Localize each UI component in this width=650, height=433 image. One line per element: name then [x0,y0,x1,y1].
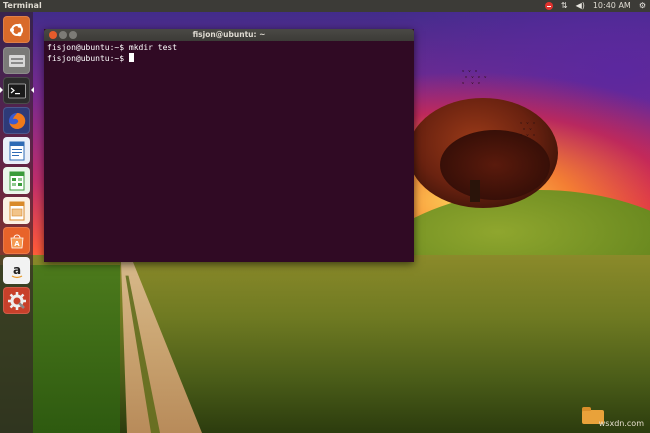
active-app-title: Terminal [3,1,42,10]
calc-icon [9,171,24,190]
amazon-icon: a [11,263,22,278]
error-icon[interactable] [544,2,553,10]
system-settings-button[interactable] [3,287,30,314]
launcher: A a [0,12,34,433]
birds-flock: ᵛ ᵛ ᵛ ᵛ ᵛ ᵛ ᵛᵛ ᵛ ᵛ [462,69,488,88]
terminal-line: fisjon@ubuntu:~$ mkdir test [47,43,178,52]
terminal-prompt-line: fisjon@ubuntu:~$ [47,53,411,64]
ubuntu-software-button[interactable]: A [3,227,30,254]
terminal-button[interactable] [3,77,30,104]
terminal-titlebar[interactable]: fisjon@ubuntu: ~ [44,29,414,41]
watermark: wsxdn.com [598,419,644,428]
terminal-output[interactable]: fisjon@ubuntu:~$ mkdir test fisjon@ubuntu… [47,43,411,260]
ubuntu-logo-icon [9,23,23,36]
impress-icon [9,201,24,220]
firefox-icon [8,112,25,129]
tree-shadow [440,130,550,200]
amazon-button[interactable]: a [3,257,30,284]
focused-indicator [31,87,34,93]
files-button[interactable] [3,47,30,74]
terminal-icon [7,83,26,98]
terminal-title: fisjon@ubuntu: ~ [192,30,266,39]
indicator-area: ⇅ ◀) 10:40 AM ⚙ [544,0,646,12]
tree-trunk [470,180,480,202]
impress-button[interactable] [3,197,30,224]
text-cursor [128,53,134,62]
sound-icon[interactable]: ◀) [576,0,585,12]
settings-gear-icon [7,291,26,310]
writer-icon [9,141,24,160]
svg-text:A: A [14,240,20,248]
power-icon[interactable]: ⚙ [639,0,646,12]
birds-flock-2: ᵛ ᵛ ᵛ ᵛ ᵛᵛ ᵛ ᵛ [520,121,537,140]
calc-button[interactable] [3,167,30,194]
firefox-button[interactable] [3,107,30,134]
terminal-prompt: fisjon@ubuntu:~$ [47,54,129,63]
software-center-icon: A [10,234,23,248]
top-panel: Terminal ⇅ ◀) 10:40 AM ⚙ [0,0,650,12]
svg-text:a: a [12,263,20,277]
terminal-window[interactable]: fisjon@ubuntu: ~ fisjon@ubuntu:~$ mkdir … [44,29,414,262]
ubuntu-dash-button[interactable] [3,16,30,43]
file-manager-icon [8,54,25,67]
network-arrows-icon[interactable]: ⇅ [561,0,568,12]
clock[interactable]: 10:40 AM [593,0,631,12]
writer-button[interactable] [3,137,30,164]
